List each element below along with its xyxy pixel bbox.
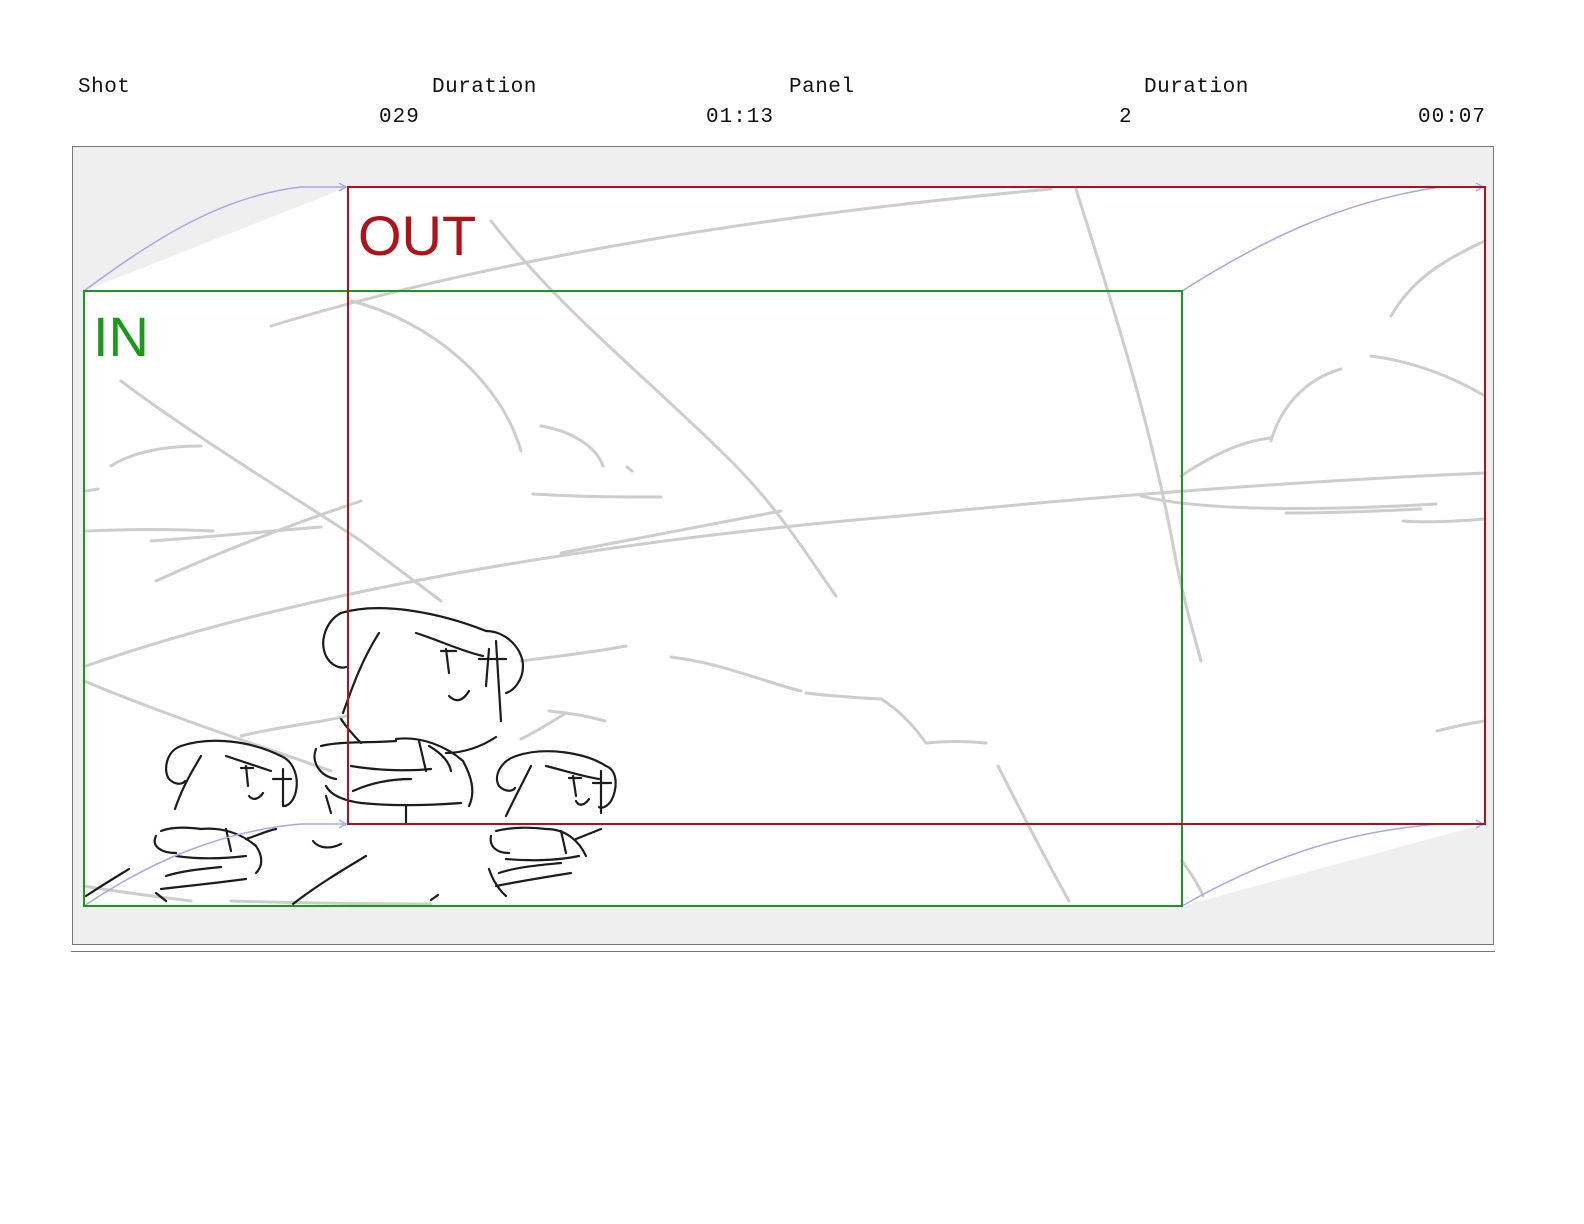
shot-duration-label: Duration <box>432 76 537 99</box>
panel-divider <box>71 951 1495 952</box>
panel-duration-label: Duration <box>1144 76 1249 99</box>
shot-number: 029 <box>379 106 420 129</box>
shot-duration-value: 01:13 <box>706 106 775 129</box>
panel-number: 2 <box>1119 106 1133 129</box>
in-frame-label: IN <box>93 305 149 368</box>
panel-label: Panel <box>789 76 855 99</box>
panel-duration-value: 00:07 <box>1418 106 1487 129</box>
panel-artwork: IN OUT <box>82 182 1487 907</box>
out-frame-label: OUT <box>358 204 476 267</box>
shot-label: Shot <box>78 76 131 99</box>
storyboard-panel: IN OUT <box>72 146 1494 945</box>
